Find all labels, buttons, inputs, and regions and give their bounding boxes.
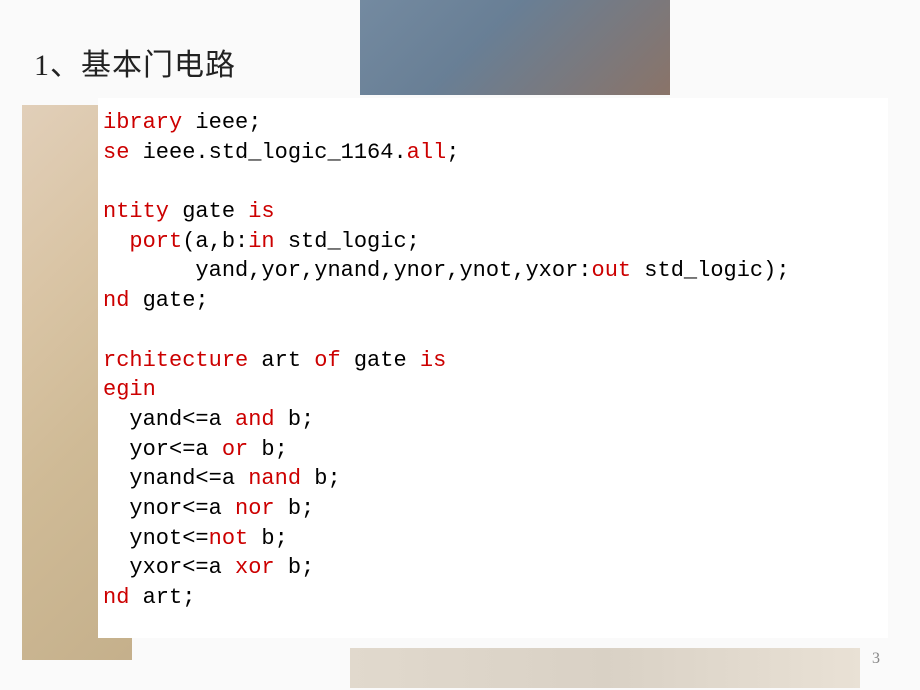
code-text: b; (301, 466, 341, 491)
decorative-bg-bottom (350, 648, 860, 688)
code-text: gate (169, 199, 248, 224)
code-text: ynor<=a (129, 496, 235, 521)
code-keyword: is (420, 348, 446, 373)
code-keyword: of (314, 348, 340, 373)
code-pad (103, 437, 129, 462)
code-text: yand<=a (129, 407, 235, 432)
code-pad (103, 407, 129, 432)
code-text: gate; (129, 288, 208, 313)
code-text: art; (129, 585, 195, 610)
code-pad (103, 229, 129, 254)
code-text: ieee; (182, 110, 261, 135)
code-text: yxor<=a (129, 555, 235, 580)
code-text: b; (248, 526, 288, 551)
slide-title: 1、基本门电路 (34, 40, 236, 84)
code-keyword: out (592, 258, 632, 283)
code-keyword: ntity (103, 199, 169, 224)
code-pad (103, 466, 129, 491)
code-keyword: not (209, 526, 249, 551)
code-text: (a,b: (182, 229, 248, 254)
code-keyword: xor (235, 555, 275, 580)
title-number: 1 (34, 49, 50, 82)
code-text: b; (275, 555, 315, 580)
code-keyword: port (129, 229, 182, 254)
title-separator: 、 (50, 49, 81, 82)
code-pad (103, 526, 129, 551)
page-number: 3 (872, 650, 880, 668)
code-text: b; (275, 407, 315, 432)
code-keyword: egin (103, 377, 156, 402)
code-text: b; (275, 496, 315, 521)
code-keyword: ibrary (103, 110, 182, 135)
code-keyword: nd (103, 288, 129, 313)
code-text: b; (248, 437, 288, 462)
code-content: ibrary ieee; se ieee.std_logic_1164.all;… (103, 108, 883, 613)
title-text: 基本门电路 (81, 49, 236, 82)
code-text: std_logic; (275, 229, 420, 254)
code-keyword: in (248, 229, 274, 254)
decorative-bg-top (360, 0, 670, 95)
code-keyword: nand (248, 466, 301, 491)
code-text: ynand<=a (129, 466, 248, 491)
code-pad (103, 496, 129, 521)
code-keyword: rchitecture (103, 348, 248, 373)
code-text: gate (341, 348, 420, 373)
code-text: ; (446, 140, 459, 165)
code-text: ieee.std_logic_1164. (129, 140, 406, 165)
code-keyword: all (407, 140, 447, 165)
code-text: yand,yor,ynand,ynor,ynot,yxor: (195, 258, 591, 283)
code-pad (103, 258, 195, 283)
code-pad (103, 555, 129, 580)
code-keyword: is (248, 199, 274, 224)
code-text: yor<=a (129, 437, 221, 462)
code-text: ynot<= (129, 526, 208, 551)
code-keyword: se (103, 140, 129, 165)
code-block: ibrary ieee; se ieee.std_logic_1164.all;… (98, 98, 888, 638)
code-text: art (248, 348, 314, 373)
code-keyword: nor (235, 496, 275, 521)
code-keyword: or (222, 437, 248, 462)
code-keyword: nd (103, 585, 129, 610)
code-keyword: and (235, 407, 275, 432)
code-text: std_logic); (631, 258, 789, 283)
